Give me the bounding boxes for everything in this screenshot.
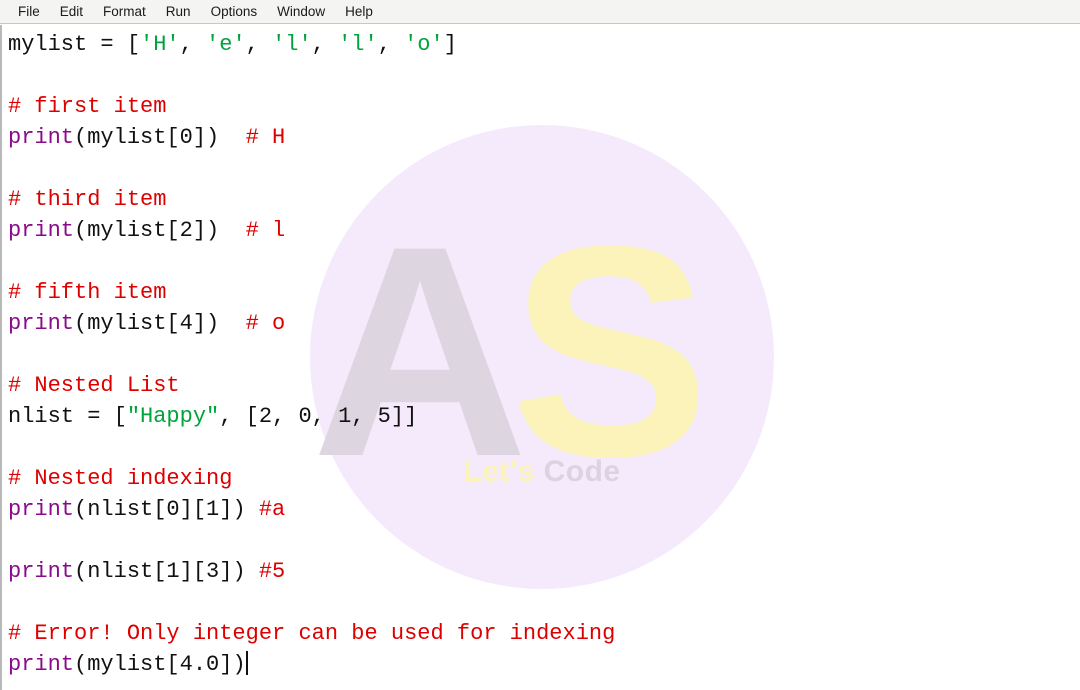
code-token-comment: # o — [245, 311, 286, 336]
code-line: mylist = ['H', 'e', 'l', 'l', 'o'] — [8, 29, 1080, 60]
code-token-plain: , [2, 0, 1, 5]] — [219, 404, 418, 429]
menu-item-help[interactable]: Help — [335, 1, 383, 23]
code-token-comment: # H — [245, 125, 286, 150]
code-line: nlist = ["Happy", [2, 0, 1, 5]] — [8, 401, 1080, 432]
code-token-plain: (mylist[0]) — [74, 125, 246, 150]
code-line: # Nested List — [8, 370, 1080, 401]
code-token-string: 'l' — [338, 32, 378, 57]
code-token-plain: (nlist[1][3]) — [74, 559, 259, 584]
code-token-plain: (nlist[0][1]) — [74, 497, 259, 522]
code-token-plain: mylist = [ — [8, 32, 141, 57]
code-line: print(mylist[4]) # o — [8, 308, 1080, 339]
code-line: # first item — [8, 91, 1080, 122]
text-caret — [245, 651, 248, 675]
menu-item-file[interactable]: File — [8, 1, 50, 23]
code-token-keyword: print — [8, 497, 75, 522]
code-token-comment: #a — [258, 497, 286, 522]
code-token-keyword: print — [8, 559, 75, 584]
menu-item-edit[interactable]: Edit — [50, 1, 93, 23]
code-token-plain: nlist = [ — [8, 404, 127, 429]
code-token-comment: # Nested List — [8, 373, 180, 398]
code-token-string: 'H' — [140, 32, 180, 57]
menu-item-window[interactable]: Window — [267, 1, 335, 23]
code-line: # Nested indexing — [8, 463, 1080, 494]
menu-item-format[interactable]: Format — [93, 1, 156, 23]
code-token-comment: #5 — [258, 559, 286, 584]
code-token-keyword: print — [8, 218, 75, 243]
code-line: print(nlist[0][1]) #a — [8, 494, 1080, 525]
menu-bar: File Edit Format Run Options Window Help — [0, 0, 1080, 24]
code-token-plain: , — [179, 32, 207, 57]
code-line: print(mylist[0]) # H — [8, 122, 1080, 153]
code-token-plain: , — [245, 32, 273, 57]
code-line: # fifth item — [8, 277, 1080, 308]
code-token-string: 'e' — [206, 32, 246, 57]
code-token-comment: # Nested indexing — [8, 466, 233, 491]
code-line: print(nlist[1][3]) #5 — [8, 556, 1080, 587]
code-token-comment: # fifth item — [8, 280, 167, 305]
code-token-string: 'o' — [404, 32, 444, 57]
code-token-plain: (mylist[4.0]) — [74, 652, 246, 677]
code-token-plain: (mylist[4]) — [74, 311, 246, 336]
code-token-comment: # first item — [8, 94, 167, 119]
code-token-plain: ] — [443, 32, 457, 57]
menu-item-options[interactable]: Options — [201, 1, 268, 23]
menu-item-run[interactable]: Run — [156, 1, 201, 23]
code-token-plain: , — [311, 32, 339, 57]
code-token-comment: # Error! Only integer can be used for in… — [8, 621, 616, 646]
editor-area[interactable]: A S Let's Code mylist = ['H', 'e', 'l', … — [0, 25, 1080, 690]
code-token-comment: # l — [245, 218, 286, 243]
code-token-plain: (mylist[2]) — [74, 218, 246, 243]
code-line: # third item — [8, 184, 1080, 215]
code-token-string: 'l' — [272, 32, 312, 57]
code-token-comment: # third item — [8, 187, 167, 212]
code-line: print(mylist[4.0]) — [8, 649, 1080, 680]
code-token-string: "Happy" — [126, 404, 220, 429]
code-token-plain: , — [377, 32, 405, 57]
code-token-keyword: print — [8, 652, 75, 677]
code-line: print(mylist[2]) # l — [8, 215, 1080, 246]
code-token-keyword: print — [8, 125, 75, 150]
code-text[interactable]: mylist = ['H', 'e', 'l', 'l', 'o'] # fir… — [2, 25, 1080, 680]
code-token-keyword: print — [8, 311, 75, 336]
code-line: # Error! Only integer can be used for in… — [8, 618, 1080, 649]
